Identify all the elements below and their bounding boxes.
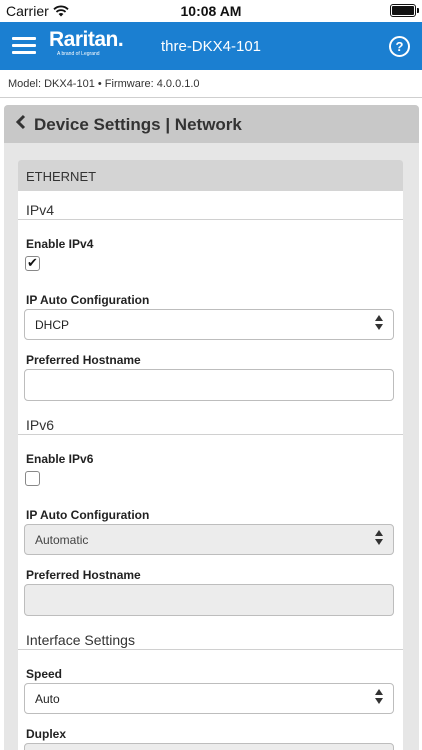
settings-panel: Device Settings | Network ETHERNET IPv4 … xyxy=(4,105,419,750)
ipv6-divider xyxy=(18,434,403,435)
ipv4-auto-config-value: DHCP xyxy=(35,318,70,332)
updown-arrows-icon xyxy=(375,315,385,330)
enable-ipv6-checkbox[interactable] xyxy=(25,471,40,486)
checkmark-icon: ✔ xyxy=(27,255,38,270)
battery-icon xyxy=(390,4,416,17)
updown-arrows-icon xyxy=(375,689,385,704)
enable-ipv4-checkbox[interactable]: ✔ xyxy=(25,255,40,271)
enable-ipv4-label: Enable IPv4 xyxy=(26,237,94,251)
help-icon[interactable]: ? xyxy=(389,36,410,57)
ethernet-header: ETHERNET xyxy=(18,160,403,191)
ipv4-auto-config-select[interactable]: DHCP xyxy=(24,309,394,340)
ethernet-title: ETHERNET xyxy=(26,169,97,184)
ipv4-auto-config-label: IP Auto Configuration xyxy=(26,293,150,307)
speed-value: Auto xyxy=(35,692,60,706)
duplex-label: Duplex xyxy=(26,727,67,741)
speed-select[interactable]: Auto xyxy=(24,683,394,714)
device-name: thre-DKX4-101 xyxy=(160,38,262,55)
ipv6-auto-config-select[interactable]: Automatic xyxy=(24,524,394,555)
ipv4-divider xyxy=(18,219,403,220)
battery-tip xyxy=(417,8,419,13)
ipv4-hostname-label: Preferred Hostname xyxy=(26,353,141,367)
clock: 10:08 AM xyxy=(180,3,242,19)
ipv6-hostname-input[interactable] xyxy=(24,584,394,616)
device-info-text: Model: DKX4-101 • Firmware: 4.0.0.1.0 xyxy=(8,78,200,90)
duplex-select[interactable] xyxy=(24,743,394,750)
chevron-left-icon[interactable] xyxy=(15,114,27,135)
status-bar: Carrier 10:08 AM xyxy=(0,0,422,22)
ipv4-hostname-input[interactable] xyxy=(24,369,394,401)
enable-ipv6-label: Enable IPv6 xyxy=(26,452,94,466)
ipv6-hostname-label: Preferred Hostname xyxy=(26,568,141,582)
panel-header: Device Settings | Network xyxy=(4,105,419,143)
interface-divider xyxy=(18,649,403,650)
ipv6-section-title: IPv6 xyxy=(26,417,55,433)
ipv6-auto-config-value: Automatic xyxy=(35,533,89,547)
app-header: Raritan. A brand of Legrand thre-DKX4-10… xyxy=(0,22,422,70)
updown-arrows-icon xyxy=(375,530,385,545)
ipv4-section-title: IPv4 xyxy=(26,202,55,218)
ipv6-auto-config-label: IP Auto Configuration xyxy=(26,508,150,522)
interface-section-title: Interface Settings xyxy=(26,632,135,648)
device-info-bar: Model: DKX4-101 • Firmware: 4.0.0.1.0 xyxy=(0,70,422,98)
page-title: Device Settings | Network xyxy=(34,115,242,134)
ethernet-card: ETHERNET IPv4 Enable IPv4 ✔ IP Auto Conf… xyxy=(18,160,403,750)
speed-label: Speed xyxy=(26,667,63,681)
